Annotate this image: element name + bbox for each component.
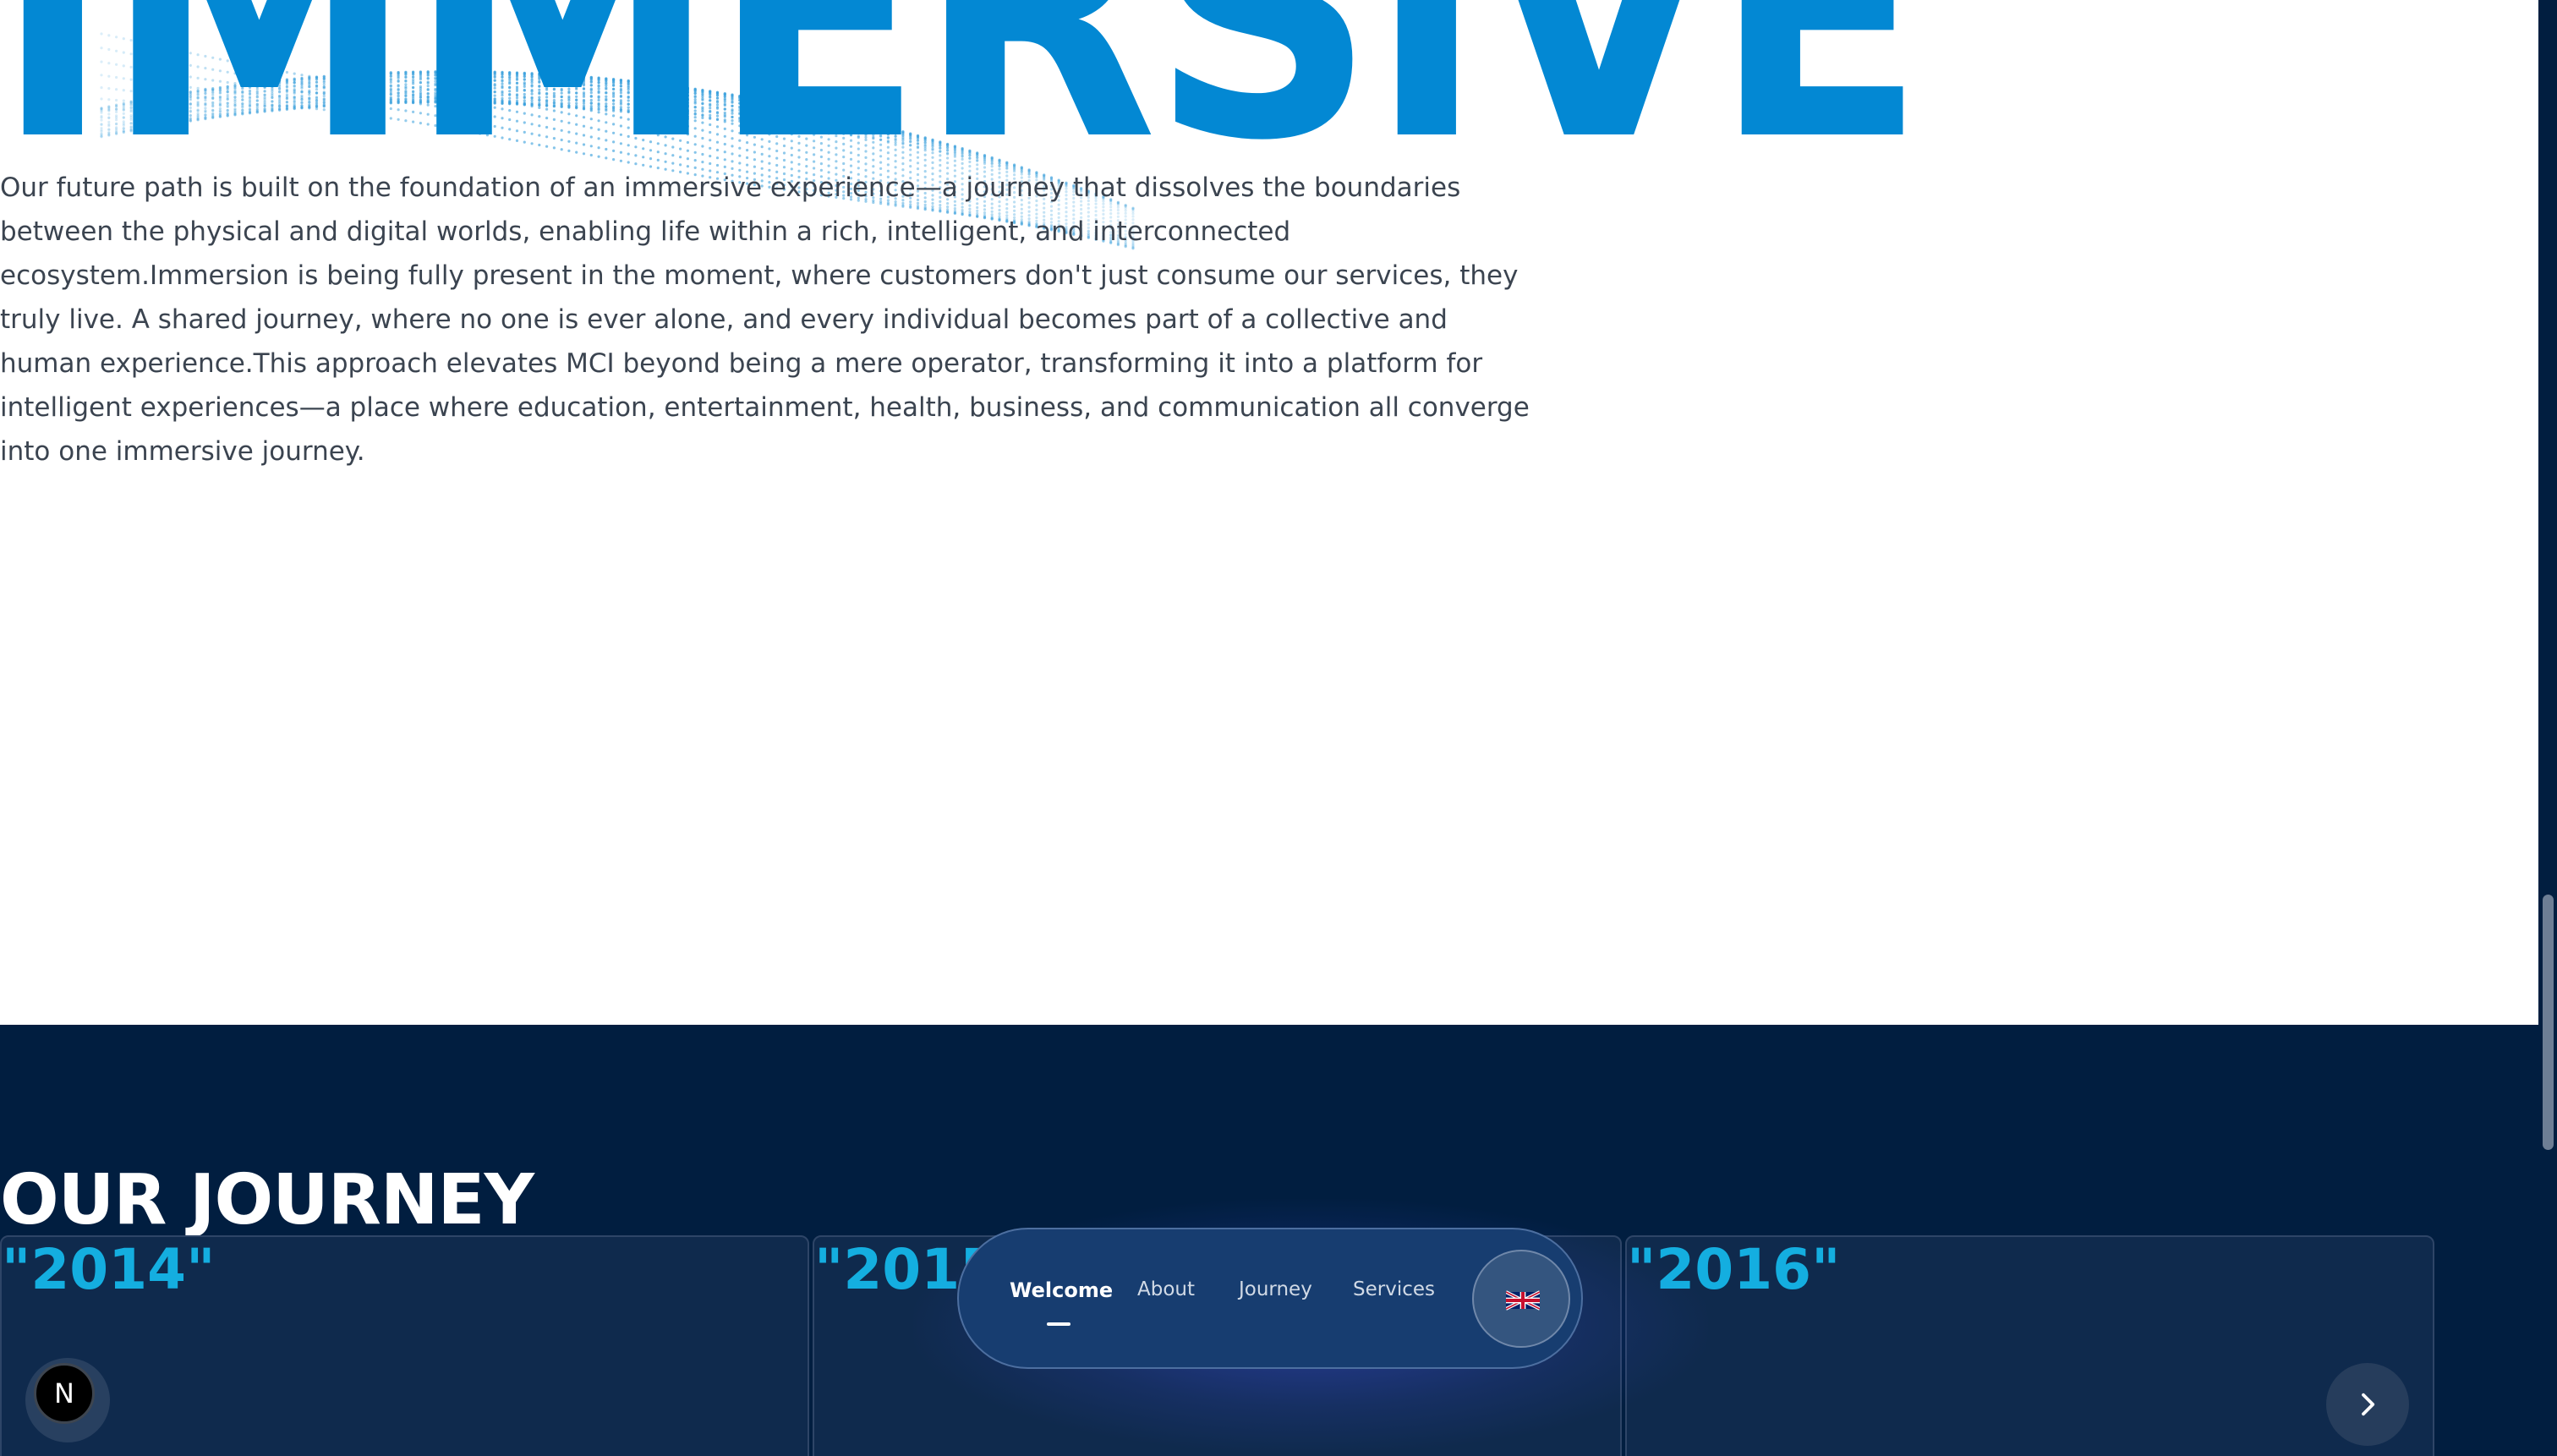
journey-card-2014[interactable]: "2014" [0, 1235, 809, 1456]
nav-item-welcome[interactable]: Welcome [1010, 1278, 1113, 1302]
language-switcher-button[interactable] [1472, 1250, 1570, 1348]
page-scrollbar[interactable] [2538, 0, 2557, 1456]
immersive-description: Our future path is built on the foundati… [0, 172, 1530, 467]
immersive-section: IMMERSIVE Our future path is built on th… [0, 0, 2538, 1025]
journey-card-2016[interactable]: "2016" [1625, 1235, 2434, 1456]
chevron-right-icon [2362, 1393, 2375, 1416]
immersive-heading: IMMERSIVE [0, 0, 1925, 215]
uk-flag-icon [1506, 1290, 1540, 1311]
journey-title: OUR JOURNEY [0, 1160, 534, 1240]
next-slide-button[interactable] [2326, 1363, 2409, 1446]
n-logo-button[interactable]: N [34, 1363, 95, 1424]
nav-item-about[interactable]: About [1137, 1278, 1195, 1300]
nav-item-services[interactable]: Services [1353, 1278, 1435, 1300]
journey-card-year: "2014" [2, 1237, 216, 1302]
nav-item-journey[interactable]: Journey [1239, 1278, 1312, 1300]
floating-nav: Welcome About Journey Services [957, 1228, 1583, 1369]
page: IMMERSIVE Our future path is built on th… [0, 0, 2557, 1456]
scrollbar-thumb[interactable] [2543, 895, 2554, 1150]
active-indicator [1047, 1322, 1070, 1326]
